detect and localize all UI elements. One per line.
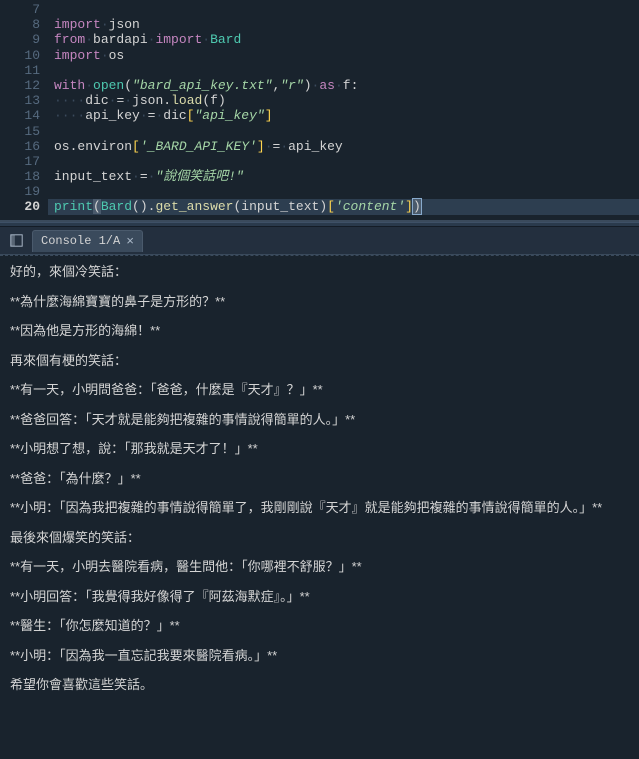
- output-line: 再來個有梗的笑話：: [10, 351, 629, 371]
- output-line: **小明想了想，說：「那我就是天才了！」**: [10, 439, 629, 459]
- output-line: **小明回答：「我覺得我好像得了『阿茲海默症』。」**: [10, 587, 629, 607]
- line-number: 7: [4, 2, 40, 17]
- code-text-area[interactable]: import·json from·bardapi·import·Bard imp…: [48, 0, 639, 220]
- code-line: with·open("bard_api_key.txt","r")·as·f:: [48, 78, 639, 93]
- panel-icon[interactable]: [8, 233, 24, 249]
- output-line: **爸爸回答：「天才就是能夠把複雜的事情說得簡單的人。」**: [10, 410, 629, 430]
- line-number: 12: [4, 78, 40, 93]
- output-line: **小明：「因為我一直忘記我要來醫院看病。」**: [10, 646, 629, 666]
- output-line: **有一天，小明去醫院看病，醫生問他：「你哪裡不舒服？」**: [10, 557, 629, 577]
- code-line: [48, 184, 639, 199]
- code-editor-pane: 7 8 9 10 11 12 13 14 15 16 17 18 19 20 i…: [0, 0, 639, 222]
- code-line: [48, 124, 639, 139]
- code-line: ····api_key·=·dic["api_key"]: [48, 108, 639, 123]
- console-pane: Console 1/A × 好的，來個冷笑話： **為什麼海綿寶寶的鼻子是方形的…: [0, 227, 639, 759]
- output-line: 好的，來個冷笑話：: [10, 262, 629, 282]
- code-line: input_text·=·"說個笑話吧!": [48, 169, 639, 184]
- output-line: 最後來個爆笑的笑話：: [10, 528, 629, 548]
- code-line-current: print(Bard().get_answer(input_text)['con…: [48, 199, 639, 214]
- output-line: 希望你會喜歡這些笑話。: [10, 675, 629, 695]
- code-line: ····dic·=·json.load(f): [48, 93, 639, 108]
- code-line: [48, 63, 639, 78]
- console-output[interactable]: 好的，來個冷笑話： **為什麼海綿寶寶的鼻子是方形的？** **因為他是方形的海…: [0, 255, 639, 759]
- code-line: [48, 154, 639, 169]
- line-number: 11: [4, 63, 40, 78]
- line-number: 9: [4, 32, 40, 47]
- line-number: 19: [4, 184, 40, 199]
- line-number-gutter: 7 8 9 10 11 12 13 14 15 16 17 18 19 20: [0, 0, 48, 220]
- line-number: 8: [4, 17, 40, 32]
- line-number: 15: [4, 124, 40, 139]
- output-line: **有一天，小明問爸爸：「爸爸，什麼是『天才』？」**: [10, 380, 629, 400]
- output-line: **因為他是方形的海綿！**: [10, 321, 629, 341]
- code-line: import·json: [48, 17, 639, 32]
- close-icon[interactable]: ×: [126, 234, 134, 249]
- line-number: 10: [4, 48, 40, 63]
- line-number: 14: [4, 108, 40, 123]
- output-line: **醫生：「你怎麼知道的？」**: [10, 616, 629, 636]
- line-number: 17: [4, 154, 40, 169]
- code-line: import·os: [48, 48, 639, 63]
- code-line: [48, 2, 639, 17]
- output-line: **爸爸：「為什麼？」**: [10, 469, 629, 489]
- console-tab[interactable]: Console 1/A ×: [32, 230, 143, 252]
- line-number: 16: [4, 139, 40, 154]
- console-tab-label: Console 1/A: [41, 234, 120, 248]
- output-line: **小明：「因為我把複雜的事情說得簡單了，我剛剛說『天才』就是能夠把複雜的事情說…: [10, 498, 629, 518]
- code-line: os.environ['_BARD_API_KEY']·=·api_key: [48, 139, 639, 154]
- console-tab-bar: Console 1/A ×: [0, 227, 639, 255]
- output-line: **為什麼海綿寶寶的鼻子是方形的？**: [10, 292, 629, 312]
- line-number: 13: [4, 93, 40, 108]
- code-line: from·bardapi·import·Bard: [48, 32, 639, 47]
- line-number-current: 20: [4, 199, 40, 214]
- line-number: 18: [4, 169, 40, 184]
